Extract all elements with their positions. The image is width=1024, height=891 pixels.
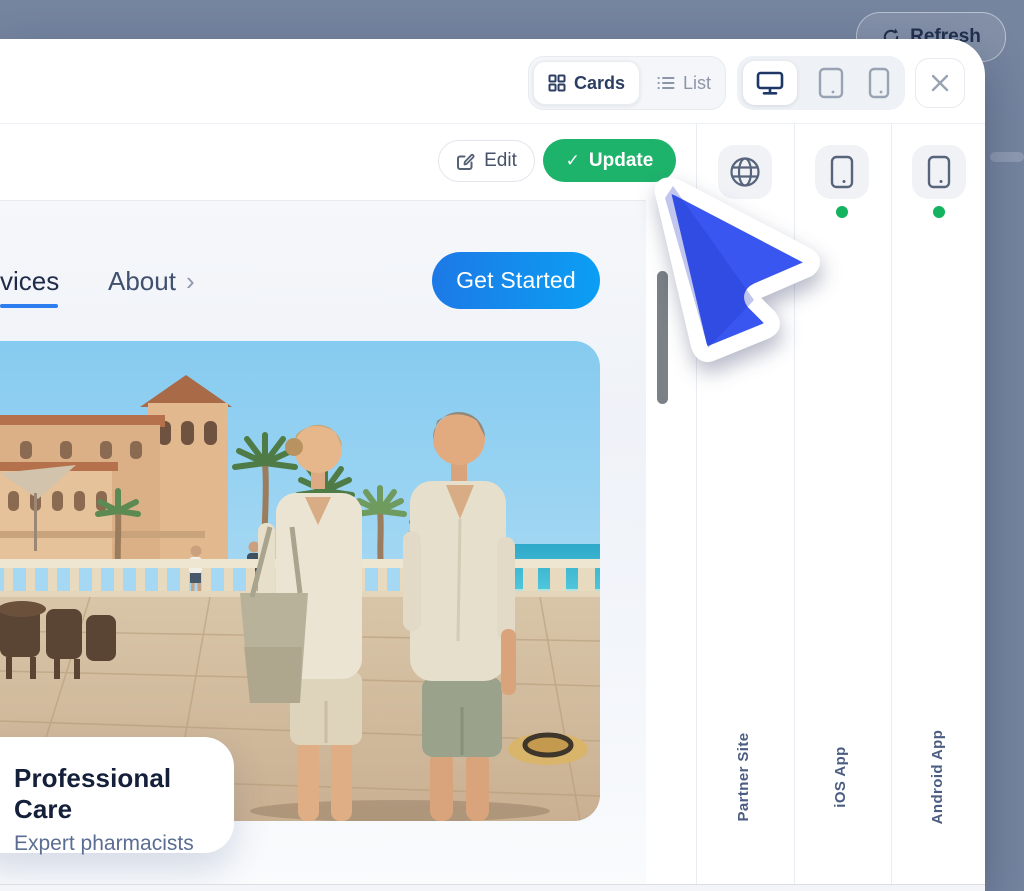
cursor-pointer-graphic [628,148,868,388]
panel-bottom-edge [0,884,985,891]
feature-card: Professional Care Expert pharmacists [0,737,234,853]
edit-icon [456,152,475,171]
nav-item-services[interactable]: vices [0,266,59,297]
chevron-right-icon: › [186,268,195,294]
android-status-dot [933,206,945,218]
device-tablet-button[interactable] [804,61,858,105]
column-divider [891,123,892,884]
header-divider [0,123,985,124]
edit-button[interactable]: Edit [438,140,535,182]
edit-label: Edit [484,150,517,172]
partner-site-label: Partner Site [735,697,755,857]
view-toggle-list[interactable]: List [646,61,722,105]
grid-icon [548,74,566,92]
phone-icon [868,67,890,99]
get-started-label: Get Started [456,267,576,294]
feature-card-title: Professional Care [14,763,234,825]
device-desktop-button[interactable] [743,61,797,105]
about-label: About [108,266,176,297]
smartphone-icon [927,155,951,189]
android-app-tile[interactable] [912,145,966,199]
nav-active-underline [0,304,58,308]
list-icon [657,74,675,92]
list-label: List [683,73,711,94]
cards-label: Cards [574,73,625,94]
check-icon: ✓ [566,151,580,171]
view-toggle-cards[interactable]: Cards [533,61,640,105]
device-phone-button[interactable] [852,61,906,105]
get-started-button[interactable]: Get Started [432,252,600,309]
tablet-icon [818,67,844,99]
ios-app-label: iOS App [832,697,852,857]
backdrop-card-edge [990,152,1024,162]
screen: Refresh Cards List [0,0,1024,891]
nav-item-about[interactable]: About › [108,266,195,297]
monitor-icon [756,70,784,96]
feature-card-subtitle: Expert pharmacists [14,832,234,856]
close-button[interactable] [915,58,965,108]
close-icon [929,72,951,94]
android-app-label: Android App [929,697,949,857]
